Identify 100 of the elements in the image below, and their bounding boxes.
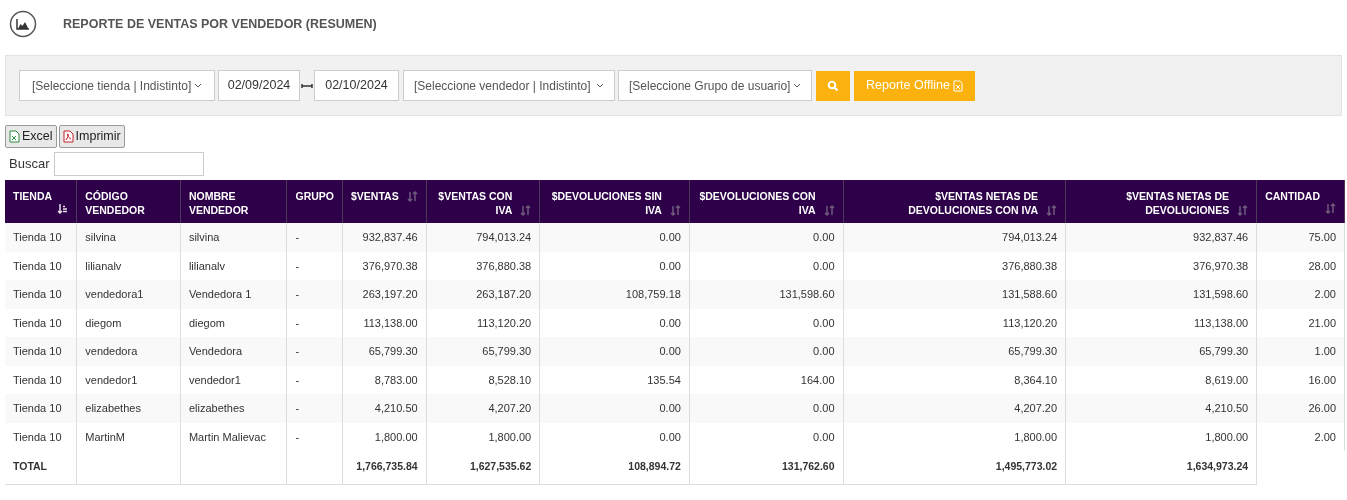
search-field[interactable] bbox=[54, 152, 205, 176]
search-icon bbox=[827, 79, 839, 92]
table-cell: 108,759.18 bbox=[625, 288, 681, 300]
table-cell: 65,799.30 bbox=[1008, 345, 1058, 357]
table-cell: MartinM bbox=[85, 430, 125, 443]
table-cell: 1,800.00 bbox=[1014, 430, 1058, 443]
total-value: 1,634,973.24 bbox=[1186, 460, 1249, 473]
table-cell: 113,120.20 bbox=[1002, 316, 1058, 329]
table-cell: vendedor1 bbox=[188, 373, 241, 386]
table-cell: Tienda 10 bbox=[13, 259, 62, 272]
table-cell: - bbox=[295, 402, 300, 414]
table-cell: Vendedora 1 bbox=[188, 288, 252, 300]
table-cell: silvina bbox=[85, 231, 116, 243]
table-cell: - bbox=[295, 345, 300, 357]
seller-select[interactable]: [Seleccione vendedor | Indistinto] bbox=[403, 70, 615, 101]
print-button[interactable]: Imprimir bbox=[58, 125, 125, 148]
table-cell: 8,364.10 bbox=[1014, 373, 1058, 386]
table-cell: 0.00 bbox=[659, 402, 681, 414]
table-cell: 932,837.46 bbox=[362, 231, 418, 243]
table-cell: 263,187.20 bbox=[476, 288, 532, 300]
table-cell: 113,138.00 bbox=[363, 316, 418, 329]
table-cell: elizabethes bbox=[85, 402, 141, 414]
table-cell: 131,588.60 bbox=[1002, 288, 1058, 300]
table-cell: vendedora bbox=[85, 345, 138, 357]
table-cell: 135.54 bbox=[647, 373, 681, 386]
table-cell: 0.00 bbox=[659, 259, 681, 272]
table-cell: 0.00 bbox=[813, 430, 835, 443]
table-cell: 113,120.20 bbox=[477, 316, 532, 329]
table-cell: 376,880.38 bbox=[476, 259, 532, 272]
table-cell: 1,800.00 bbox=[374, 430, 418, 443]
table-cell: Tienda 10 bbox=[13, 402, 62, 414]
table-cell: diegom bbox=[188, 316, 225, 329]
table-cell: 0.00 bbox=[813, 259, 835, 272]
total-value: 1,766,735.84 bbox=[356, 460, 418, 473]
table-cell: Tienda 10 bbox=[13, 316, 62, 329]
table-cell: Vendedora bbox=[188, 345, 243, 357]
table-cell: 26.00 bbox=[1308, 402, 1336, 414]
table-cell: 131,598.60 bbox=[1193, 288, 1249, 300]
spreadsheet-icon bbox=[952, 79, 963, 92]
table-cell: 0.00 bbox=[659, 345, 681, 357]
table-cell: silvina bbox=[188, 231, 220, 243]
table-cell: Martin Malievac bbox=[188, 430, 266, 443]
table-cell: 65,799.30 bbox=[368, 345, 418, 357]
table-cell: elizabethes bbox=[188, 402, 245, 414]
date-field[interactable]: 02/09/2024 bbox=[218, 70, 300, 101]
table-cell: 0.00 bbox=[813, 402, 835, 414]
caret-icon bbox=[793, 83, 801, 88]
table-cell: - bbox=[295, 259, 300, 272]
table-cell: vendedor1 bbox=[85, 373, 138, 386]
table-cell: 1,800.00 bbox=[488, 430, 532, 443]
chart-icon bbox=[9, 10, 37, 38]
table-cell: 932,837.46 bbox=[1193, 231, 1249, 243]
table-cell: 0.00 bbox=[813, 345, 835, 357]
table-cell: 794,013.24 bbox=[1002, 231, 1058, 243]
table-cell: 131,598.60 bbox=[779, 288, 835, 300]
table-cell: lilianalv bbox=[85, 259, 122, 272]
table-cell: Tienda 10 bbox=[13, 288, 62, 300]
table-cell: 0.00 bbox=[659, 316, 681, 329]
group-select[interactable]: [Seleccione Grupo de usuario] bbox=[618, 70, 812, 101]
table-cell: 65,799.30 bbox=[1199, 345, 1249, 357]
table-cell: - bbox=[295, 373, 300, 386]
total-label: TOTAL bbox=[13, 460, 48, 473]
table-cell: Tienda 10 bbox=[13, 430, 62, 443]
table-cell: 794,013.24 bbox=[476, 231, 532, 243]
table-cell: lilianalv bbox=[188, 259, 225, 272]
table-cell: diegom bbox=[85, 316, 122, 329]
table-cell: 0.00 bbox=[813, 316, 835, 329]
table-cell: 0.00 bbox=[659, 231, 681, 243]
range-arrow-icon bbox=[301, 82, 313, 89]
table-cell: 8,783.00 bbox=[374, 373, 418, 386]
search-button[interactable] bbox=[816, 70, 850, 101]
table-cell: 376,970.38 bbox=[362, 259, 418, 272]
table-cell: vendedora1 bbox=[85, 288, 144, 300]
table-cell: 263,197.20 bbox=[362, 288, 418, 300]
spreadsheet-icon bbox=[9, 130, 20, 143]
table-cell: 1,800.00 bbox=[1205, 430, 1249, 443]
date-field[interactable]: 02/10/2024 bbox=[314, 70, 399, 101]
store-select[interactable]: [Seleccione tienda | Indistinto] bbox=[19, 70, 215, 101]
table-cell: 4,210.50 bbox=[1205, 402, 1249, 414]
table-cell: Tienda 10 bbox=[13, 373, 62, 386]
table-cell: 28.00 bbox=[1308, 259, 1336, 272]
table-cell: 8,528.10 bbox=[488, 373, 532, 386]
table-cell: 164.00 bbox=[800, 373, 835, 386]
table-cell: 75.00 bbox=[1308, 231, 1336, 243]
table-cell: 0.00 bbox=[659, 430, 681, 443]
caret-icon bbox=[194, 83, 202, 88]
table-cell: 376,880.38 bbox=[1002, 259, 1058, 272]
table-cell: 2.00 bbox=[1314, 288, 1336, 300]
table-cell: - bbox=[295, 231, 300, 243]
document-icon bbox=[62, 130, 74, 143]
table-cell: 16.00 bbox=[1308, 373, 1336, 386]
total-value: 108,894.72 bbox=[628, 460, 681, 473]
table-cell: 113,138.00 bbox=[1193, 316, 1249, 329]
total-value: 1,495,773.02 bbox=[995, 460, 1058, 473]
total-value: 131,762.60 bbox=[781, 460, 835, 473]
table-cell: - bbox=[295, 430, 300, 443]
search-label: Buscar bbox=[9, 155, 50, 174]
total-value: 1,627,535.62 bbox=[469, 460, 532, 473]
excel-button[interactable]: Excel bbox=[5, 125, 57, 148]
table-cell: 376,970.38 bbox=[1193, 259, 1249, 272]
